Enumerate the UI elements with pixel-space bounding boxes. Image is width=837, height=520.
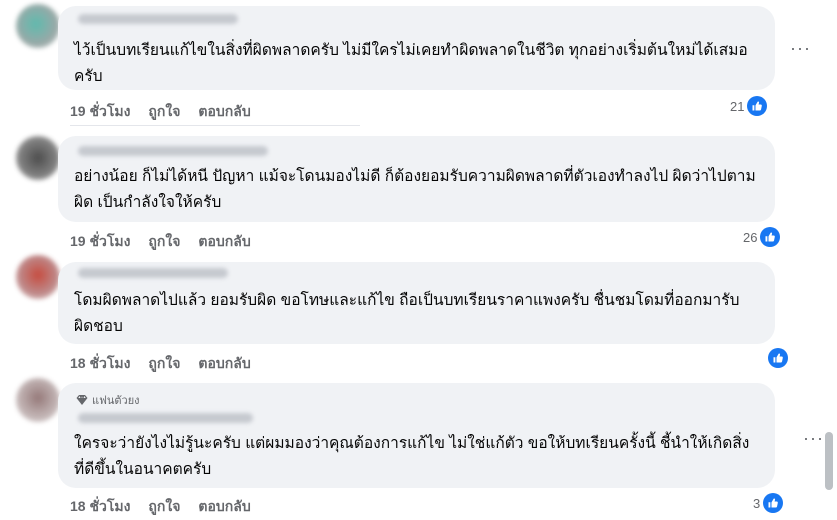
more-options-icon[interactable]: ··· — [803, 428, 824, 449]
like-button[interactable]: ถูกใจ — [148, 353, 180, 375]
like-button[interactable]: ถูกใจ — [148, 496, 180, 518]
author-name[interactable] — [78, 14, 238, 24]
author-name[interactable] — [78, 413, 253, 423]
comment-text: ไว้เป็นบทเรียนแก้ไขในสิ่งที่ผิดพลาดครับ … — [74, 42, 748, 85]
thumbs-up-icon — [760, 227, 781, 247]
reply-button[interactable]: ตอบกลับ — [198, 496, 250, 518]
badge-label: แฟนตัวยง — [92, 395, 140, 407]
reaction-count[interactable]: 3 — [753, 493, 784, 513]
timestamp[interactable]: 19 ชั่วโมง — [70, 101, 130, 123]
scrollbar-thumb[interactable] — [825, 432, 833, 490]
author-name[interactable] — [78, 268, 228, 278]
thumbs-up-icon — [768, 348, 788, 368]
author-name[interactable] — [78, 146, 268, 156]
reaction-count[interactable] — [765, 348, 788, 368]
diamond-icon — [76, 395, 88, 405]
thumbs-up-icon — [747, 96, 768, 116]
divider — [70, 125, 360, 126]
reaction-count[interactable]: 21 — [730, 96, 768, 116]
comment-actions: 18 ชั่วโมง ถูกใจ ตอบกลับ — [70, 353, 251, 375]
comment-text: อย่างน้อย ก็ไม่ได้หนี ปัญหา แม้จะโดนมองไ… — [74, 168, 756, 211]
reaction-number: 26 — [743, 229, 758, 245]
reaction-count[interactable]: 26 — [743, 227, 781, 247]
comment-actions: 18 ชั่วโมง ถูกใจ ตอบกลับ — [70, 496, 251, 518]
comment-actions: 19 ชั่วโมง ถูกใจ ตอบกลับ — [70, 231, 251, 253]
reply-button[interactable]: ตอบกลับ — [198, 353, 250, 375]
avatar[interactable] — [16, 378, 60, 422]
reaction-number: 21 — [730, 98, 745, 114]
timestamp[interactable]: 18 ชั่วโมง — [70, 353, 130, 375]
avatar[interactable] — [16, 255, 60, 299]
comment-bubble: แฟนตัวยง ใครจะว่ายังไงไม่รู้นะครับ แต่ผม… — [58, 383, 775, 488]
reaction-number: 3 — [753, 495, 761, 511]
comment-actions: 19 ชั่วโมง ถูกใจ ตอบกลับ — [70, 101, 251, 123]
avatar[interactable] — [16, 136, 60, 180]
avatar[interactable] — [16, 4, 60, 48]
thumbs-up-icon — [763, 493, 784, 513]
comment-bubble: อย่างน้อย ก็ไม่ได้หนี ปัญหา แม้จะโดนมองไ… — [58, 136, 775, 222]
comment-bubble: ไว้เป็นบทเรียนแก้ไขในสิ่งที่ผิดพลาดครับ … — [58, 6, 775, 90]
comment-bubble: โดมผิดพลาดไปแล้ว ยอมรับผิด ขอโทษและแก้ไข… — [58, 262, 775, 344]
like-button[interactable]: ถูกใจ — [148, 101, 180, 123]
like-button[interactable]: ถูกใจ — [148, 231, 180, 253]
comment-text: โดมผิดพลาดไปแล้ว ยอมรับผิด ขอโทษและแก้ไข… — [74, 292, 740, 335]
more-options-icon[interactable]: ··· — [790, 38, 811, 59]
timestamp[interactable]: 18 ชั่วโมง — [70, 496, 130, 518]
timestamp[interactable]: 19 ชั่วโมง — [70, 231, 130, 253]
reply-button[interactable]: ตอบกลับ — [198, 231, 250, 253]
comment-text: ใครจะว่ายังไงไม่รู้นะครับ แต่ผมมองว่าคุณ… — [74, 435, 750, 478]
top-fan-badge[interactable]: แฟนตัวยง — [76, 391, 140, 409]
reply-button[interactable]: ตอบกลับ — [198, 101, 250, 123]
